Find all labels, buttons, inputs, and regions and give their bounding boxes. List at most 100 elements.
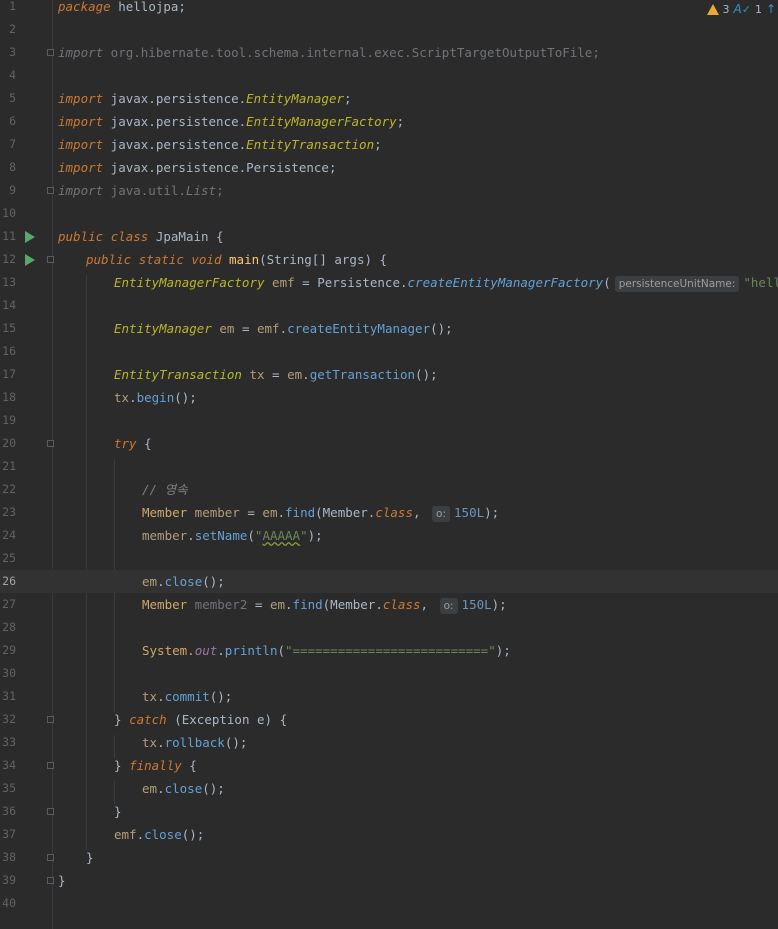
code-line[interactable]: 17 EntityTransaction tx = em.getTransact… <box>0 363 778 386</box>
line-number: 37 <box>2 827 16 841</box>
code-line[interactable]: 21 <box>0 455 778 478</box>
code-text: try { <box>114 436 152 451</box>
code-line[interactable]: 28 <box>0 616 778 639</box>
line-number: 3 <box>9 45 16 59</box>
code-text: EntityManagerFactory emf = Persistence.c… <box>114 275 778 292</box>
code-text: } <box>114 804 122 819</box>
code-line[interactable]: 22 // 영속 <box>0 478 778 501</box>
code-line[interactable]: 5 import javax.persistence.EntityManager… <box>0 87 778 110</box>
line-number: 18 <box>2 390 16 404</box>
line-number: 10 <box>2 206 16 220</box>
code-line[interactable]: 7 import javax.persistence.EntityTransac… <box>0 133 778 156</box>
code-line[interactable]: 4 <box>0 64 778 87</box>
code-line[interactable]: 16 <box>0 340 778 363</box>
parameter-hint: o: <box>432 506 451 522</box>
line-number: 25 <box>2 551 16 565</box>
fold-toggle-icon[interactable] <box>47 440 54 447</box>
typo-highlight: AAAAA <box>262 528 301 543</box>
code-line[interactable]: 38 } <box>0 846 778 869</box>
code-line[interactable]: 3 import org.hibernate.tool.schema.inter… <box>0 41 778 64</box>
fold-toggle-icon[interactable] <box>47 854 54 861</box>
code-text: import javax.persistence.Persistence; <box>58 160 337 175</box>
code-text: package hellojpa; <box>58 0 186 14</box>
code-line[interactable]: 20 try { <box>0 432 778 455</box>
code-line[interactable]: 24 member.setName("AAAAA"); <box>0 524 778 547</box>
line-number: 28 <box>2 620 16 634</box>
line-number: 4 <box>9 68 16 82</box>
current-code-line[interactable]: 26 em.close(); <box>0 570 778 593</box>
fold-toggle-icon[interactable] <box>47 762 54 769</box>
code-line[interactable]: 18 tx.begin(); <box>0 386 778 409</box>
code-line[interactable]: 13 EntityManagerFactory emf = Persistenc… <box>0 271 778 294</box>
code-line[interactable]: 31 tx.commit(); <box>0 685 778 708</box>
code-line[interactable]: 37 emf.close(); <box>0 823 778 846</box>
code-text: emf.close(); <box>114 827 205 842</box>
code-text: public class JpaMain { <box>58 229 224 244</box>
line-number: 13 <box>2 275 16 289</box>
fold-toggle-icon[interactable] <box>47 716 54 723</box>
line-number: 26 <box>2 574 16 588</box>
line-number: 21 <box>2 459 16 473</box>
line-number: 6 <box>9 114 16 128</box>
code-line[interactable]: 40 <box>0 892 778 915</box>
code-text: import java.util.List; <box>58 183 224 198</box>
code-text: } <box>86 850 94 865</box>
line-number: 19 <box>2 413 16 427</box>
code-line[interactable]: 23 Member member = em.find(Member.class,… <box>0 501 778 524</box>
run-class-icon[interactable] <box>25 231 35 243</box>
fold-toggle-icon[interactable] <box>47 808 54 815</box>
code-text: } finally { <box>114 758 197 773</box>
fold-toggle-icon[interactable] <box>47 256 54 263</box>
parameter-hint: persistenceUnitName: <box>614 276 740 292</box>
code-line[interactable]: 39 } <box>0 869 778 892</box>
code-line[interactable]: 29 System.out.println("=================… <box>0 639 778 662</box>
code-line[interactable]: 30 <box>0 662 778 685</box>
line-number: 2 <box>9 22 16 36</box>
line-number: 24 <box>2 528 16 542</box>
code-text: import javax.persistence.EntityManager; <box>58 91 352 106</box>
line-number: 16 <box>2 344 16 358</box>
code-line[interactable]: 35 em.close(); <box>0 777 778 800</box>
code-text: tx.commit(); <box>142 689 233 704</box>
line-number: 32 <box>2 712 16 726</box>
line-number: 7 <box>9 137 16 151</box>
line-number: 30 <box>2 666 16 680</box>
line-number: 40 <box>2 896 16 910</box>
code-text: } catch (Exception e) { <box>114 712 288 727</box>
code-line[interactable]: 32 } catch (Exception e) { <box>0 708 778 731</box>
code-line[interactable]: 1 package hellojpa; <box>0 0 778 18</box>
code-line[interactable]: 36 } <box>0 800 778 823</box>
code-line[interactable]: 15 EntityManager em = emf.createEntityMa… <box>0 317 778 340</box>
code-comment: // 영속 <box>142 482 188 497</box>
code-text: public static void main(String[] args) { <box>86 252 388 267</box>
code-text: tx.rollback(); <box>142 735 248 750</box>
code-line[interactable]: 34 } finally { <box>0 754 778 777</box>
code-line[interactable]: 12 public static void main(String[] args… <box>0 248 778 271</box>
code-line[interactable]: 9 import java.util.List; <box>0 179 778 202</box>
line-number: 33 <box>2 735 16 749</box>
line-number: 29 <box>2 643 16 657</box>
fold-toggle-icon[interactable] <box>47 49 54 56</box>
code-line[interactable]: 11 public class JpaMain { <box>0 225 778 248</box>
line-number: 15 <box>2 321 16 335</box>
code-line[interactable]: 2 <box>0 18 778 41</box>
fold-toggle-icon[interactable] <box>47 187 54 194</box>
code-text: Member member = em.find(Member.class, o:… <box>142 505 500 522</box>
fold-toggle-icon[interactable] <box>47 877 54 884</box>
line-number: 31 <box>2 689 16 703</box>
code-line[interactable]: 6 import javax.persistence.EntityManager… <box>0 110 778 133</box>
line-number: 9 <box>9 183 16 197</box>
run-main-icon[interactable] <box>25 254 35 266</box>
line-number: 5 <box>9 91 16 105</box>
line-number: 35 <box>2 781 16 795</box>
code-line[interactable]: 10 <box>0 202 778 225</box>
code-line[interactable]: 27 Member member2 = em.find(Member.class… <box>0 593 778 616</box>
line-number: 17 <box>2 367 16 381</box>
code-line[interactable]: 25 <box>0 547 778 570</box>
code-line[interactable]: 33 tx.rollback(); <box>0 731 778 754</box>
line-number: 12 <box>2 252 16 266</box>
line-number: 14 <box>2 298 16 312</box>
code-line[interactable]: 19 <box>0 409 778 432</box>
code-line[interactable]: 8 import javax.persistence.Persistence; <box>0 156 778 179</box>
code-line[interactable]: 14 <box>0 294 778 317</box>
